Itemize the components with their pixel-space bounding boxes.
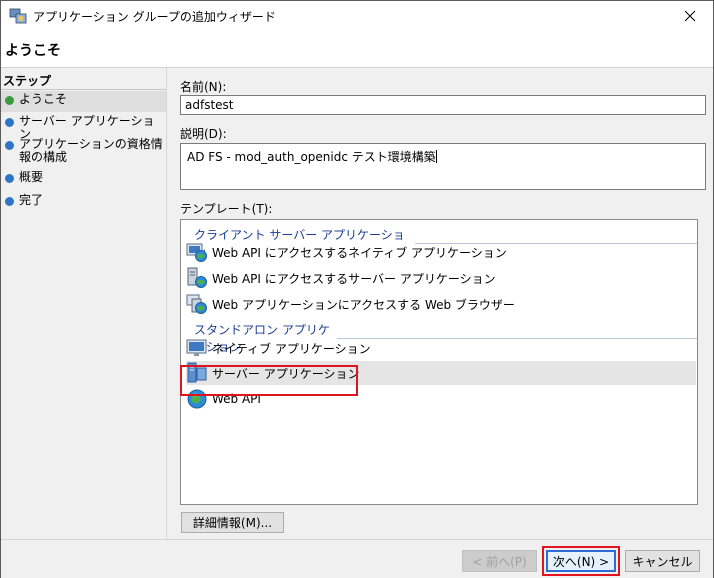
step-welcome[interactable]: ようこそ — [1, 91, 166, 112]
template-item-native-app[interactable]: ネイティブ アプリケーション — [186, 336, 696, 360]
description-label: 説明(D): — [180, 127, 227, 141]
steps-divider — [1, 89, 166, 90]
step-status-icon — [5, 118, 14, 127]
native-app-icon — [186, 339, 207, 356]
app-group-icon — [9, 8, 27, 24]
step-server-application[interactable]: サーバー アプリケーション — [1, 113, 166, 141]
native-webapi-icon — [186, 243, 207, 262]
text-caret — [435, 150, 437, 163]
template-item-label: Web API にアクセスするサーバー アプリケーション — [212, 271, 496, 286]
step-complete[interactable]: 完了 — [1, 192, 166, 213]
description-textarea[interactable]: AD FS - mod_auth_openidc テスト環境構築 — [180, 143, 706, 190]
close-button[interactable] — [667, 1, 713, 31]
name-label: 名前(N): — [180, 80, 227, 94]
main-panel: 名前(N): adfstest 説明(D): AD FS - mod_auth_… — [167, 68, 713, 539]
highlight-server-app — [180, 365, 358, 396]
steps-panel: ステップ ようこそ サーバー アプリケーション アプリケーションの資格情報の構成… — [1, 68, 167, 539]
more-info-button[interactable]: 詳細情報(M)... — [181, 512, 284, 533]
step-credentials[interactable]: アプリケーションの資格情報の構成 — [1, 136, 166, 168]
template-item-server-webapi[interactable]: Web API にアクセスするサーバー アプリケーション — [186, 266, 696, 290]
server-webapi-icon — [187, 267, 207, 288]
template-item-label: Web API にアクセスするネイティブ アプリケーション — [212, 245, 507, 260]
step-status-icon — [5, 141, 14, 150]
description-text: AD FS - mod_auth_openidc テスト環境構築 — [187, 150, 436, 164]
step-status-icon — [5, 96, 14, 105]
step-status-icon — [5, 174, 14, 183]
template-label: テンプレート(T): — [180, 202, 273, 216]
step-summary[interactable]: 概要 — [1, 169, 166, 190]
cancel-button[interactable]: キャンセル — [625, 550, 700, 572]
prev-button[interactable]: < 前へ(P) — [462, 550, 537, 572]
wizard-window: アプリケーション グループの追加ウィザード ようこそ ステップ ようこそ サーバ… — [0, 0, 714, 578]
step-label: 概要 — [19, 170, 44, 184]
step-status-icon — [5, 197, 14, 206]
step-label: ようこそ — [19, 92, 68, 106]
close-icon — [684, 10, 696, 22]
button-bar: < 前へ(P) 次へ(N) > キャンセル — [1, 539, 713, 578]
name-input[interactable]: adfstest — [180, 95, 706, 115]
title-bar: アプリケーション グループの追加ウィザード — [1, 1, 713, 31]
page-title: ようこそ — [5, 43, 61, 59]
step-label: 完了 — [19, 193, 44, 207]
window-title: アプリケーション グループの追加ウィザード — [33, 10, 276, 24]
page-header: ようこそ — [1, 31, 713, 67]
browser-webapp-icon — [186, 294, 207, 314]
step-label: アプリケーションの資格情報の構成 — [19, 137, 163, 164]
template-item-label: ネイティブ アプリケーション — [212, 341, 371, 356]
template-item-browser-webapp[interactable]: Web アプリケーションにアクセスする Web ブラウザー — [186, 292, 696, 316]
steps-heading: ステップ — [3, 74, 52, 88]
template-listbox[interactable]: クライアント サーバー アプリケーション Web API にアクセスするネイティ… — [180, 219, 698, 505]
template-item-label: Web アプリケーションにアクセスする Web ブラウザー — [212, 297, 515, 312]
highlight-next-button — [542, 546, 620, 576]
template-item-native-webapi[interactable]: Web API にアクセスするネイティブ アプリケーション — [186, 240, 696, 264]
